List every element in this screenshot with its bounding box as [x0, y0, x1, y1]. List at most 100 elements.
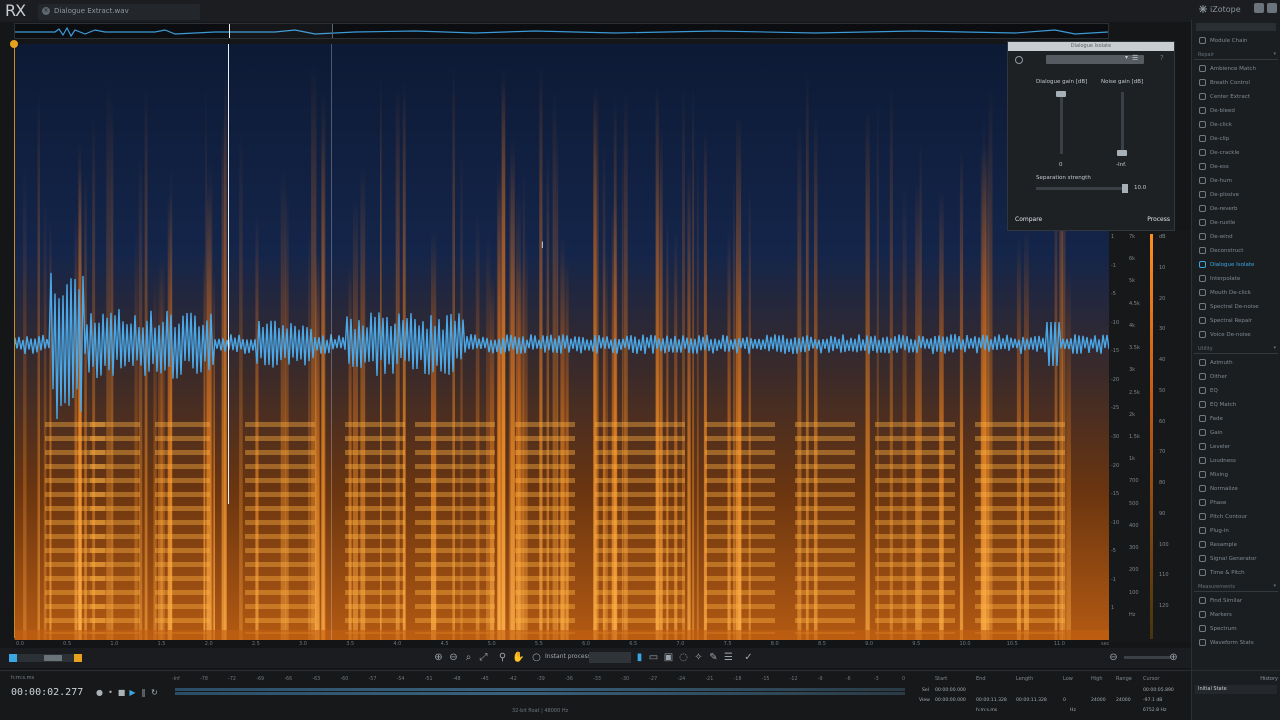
zoom-tool-icon[interactable]: ⚲: [497, 652, 508, 663]
overview-view-range[interactable]: [229, 24, 333, 38]
view-right-marker-icon[interactable]: [74, 654, 82, 662]
zoom-in-vertical-icon[interactable]: ⊕: [1168, 652, 1179, 663]
selection-sel-start[interactable]: 00:00:00.000: [935, 688, 966, 693]
sidebar-item-deconstruct[interactable]: Deconstruct: [1196, 244, 1278, 258]
selection-low[interactable]: 0: [1063, 698, 1066, 703]
settings-icon[interactable]: [1254, 3, 1264, 13]
history-item[interactable]: Initial State: [1195, 685, 1277, 694]
sidebar-filter-tabs[interactable]: [1196, 23, 1276, 31]
time-ruler[interactable]: 0.0 0.5 1.0 1.5 2.0 2.5 3.0 3.5 4.0 4.5 5.0 5.5 6.0 6…: [14, 640, 1109, 648]
measurements-heading[interactable]: Measurements ▾: [1194, 582, 1278, 592]
selection-end-unit[interactable]: h:m:s.ms: [976, 708, 997, 713]
zoom-in-icon[interactable]: ⊕: [433, 652, 444, 663]
stop-icon[interactable]: ■: [117, 688, 126, 697]
sidebar-item-signal-generator[interactable]: Signal Generator: [1196, 552, 1278, 566]
vertical-zoom-slider[interactable]: [1124, 656, 1170, 659]
magic-wand-icon[interactable]: ✧: [693, 652, 704, 663]
pause-icon[interactable]: ‖: [139, 688, 148, 697]
sidebar-item-center-extract[interactable]: Center Extract: [1196, 90, 1278, 104]
sidebar-item-module-chain[interactable]: Module Chain: [1196, 34, 1278, 48]
sidebar-item-time-pitch[interactable]: Time & Pitch: [1196, 566, 1278, 580]
compare-button[interactable]: Compare: [1008, 213, 1078, 225]
close-tab-icon[interactable]: ×: [42, 7, 50, 15]
power-icon[interactable]: [1014, 55, 1024, 64]
process-button[interactable]: Process: [1132, 213, 1174, 225]
spectrogram-view[interactable]: [14, 44, 1109, 640]
view-left-marker-icon[interactable]: [9, 654, 17, 662]
sidebar-item-de-ess[interactable]: De-ess: [1196, 160, 1278, 174]
dialogue-gain-track[interactable]: [1060, 92, 1063, 154]
sidebar-item-eq-match[interactable]: EQ Match: [1196, 398, 1278, 412]
sidebar-item-pitch-contour[interactable]: Pitch Contour: [1196, 510, 1278, 524]
selection-view-end[interactable]: 00:00:11.328: [976, 698, 1007, 703]
separation-value[interactable]: 10.0: [1134, 185, 1146, 191]
time-frequency-selection-icon[interactable]: ▣: [663, 652, 674, 663]
sidebar-item-de-plosive[interactable]: De-plosive: [1196, 188, 1278, 202]
instant-process-dropdown[interactable]: [589, 652, 631, 663]
sidebar-item-de-rustle[interactable]: De-rustle: [1196, 216, 1278, 230]
file-tab[interactable]: × Dialogue Extract.wav: [38, 4, 200, 20]
sidebar-item-eq[interactable]: EQ: [1196, 384, 1278, 398]
lasso-icon[interactable]: ◌: [678, 652, 689, 663]
noise-gain-track[interactable]: [1121, 92, 1124, 154]
waveform-overview[interactable]: [14, 23, 1109, 39]
play-icon[interactable]: ▶: [128, 688, 137, 697]
checkmark-icon[interactable]: ✓: [743, 652, 754, 663]
sidebar-item-phase[interactable]: Phase: [1196, 496, 1278, 510]
help-question-icon[interactable]: ?: [1160, 54, 1164, 62]
sidebar-item-de-clip[interactable]: De-clip: [1196, 132, 1278, 146]
separation-slider-track[interactable]: [1036, 187, 1128, 190]
time-selection-icon[interactable]: ▮: [634, 652, 645, 663]
sidebar-item-breath-control[interactable]: Breath Control: [1196, 76, 1278, 90]
loop-icon[interactable]: ↻: [150, 688, 159, 697]
instant-process-toggle-icon[interactable]: ○: [531, 652, 542, 663]
sidebar-item-spectral-de-noise[interactable]: Spectral De-noise: [1196, 300, 1278, 314]
sidebar-item-ambience-match[interactable]: Ambience Match: [1196, 62, 1278, 76]
zoom-out-vertical-icon[interactable]: ⊖: [1108, 652, 1119, 663]
zoom-out-icon[interactable]: ⊖: [448, 652, 459, 663]
dialogue-gain-fader[interactable]: [1056, 91, 1066, 97]
noise-gain-value[interactable]: -Inf.: [1116, 162, 1126, 168]
help-icon[interactable]: [1267, 3, 1277, 13]
sidebar-item-de-wind[interactable]: De-wind: [1196, 230, 1278, 244]
sidebar-item-normalize[interactable]: Normalize: [1196, 482, 1278, 496]
selection-cursor-hz[interactable]: 6752.8 Hz: [1143, 708, 1166, 713]
selection-view-start[interactable]: 00:00:00.000: [935, 698, 966, 703]
sidebar-item-spectral-repair[interactable]: Spectral Repair: [1196, 314, 1278, 328]
sidebar-item-resample[interactable]: Resample: [1196, 538, 1278, 552]
preset-dropdown[interactable]: [1046, 55, 1144, 64]
sidebar-item-mixing[interactable]: Mixing: [1196, 468, 1278, 482]
dialogue-gain-value[interactable]: 0: [1059, 162, 1063, 168]
sidebar-item-mouth-de-click[interactable]: Mouth De-click: [1196, 286, 1278, 300]
selection-range[interactable]: 24000: [1116, 698, 1131, 703]
preset-chevron-icon[interactable]: ▾: [1125, 54, 1128, 61]
sidebar-item-dither[interactable]: Dither: [1196, 370, 1278, 384]
preset-menu-icon[interactable]: ☰: [1132, 54, 1138, 62]
zoom-selection-icon[interactable]: ⌕: [463, 652, 474, 663]
hand-tool-icon[interactable]: ✋: [512, 652, 524, 663]
sidebar-item-de-hum[interactable]: De-hum: [1196, 174, 1278, 188]
noise-gain-fader[interactable]: [1117, 150, 1127, 156]
sidebar-item-dialogue-isolate[interactable]: Dialogue Isolate: [1196, 258, 1278, 272]
sidebar-item-voice-de-noise[interactable]: Voice De-noise: [1196, 328, 1278, 342]
separation-slider-thumb[interactable]: [1122, 184, 1128, 193]
sidebar-item-fade[interactable]: Fade: [1196, 412, 1278, 426]
microphone-icon[interactable]: ●: [95, 688, 104, 697]
sidebar-item-leveler[interactable]: Leveler: [1196, 440, 1278, 454]
sidebar-item-gain[interactable]: Gain: [1196, 426, 1278, 440]
playhead-marker[interactable]: [10, 40, 18, 48]
play-cursor[interactable]: [228, 44, 229, 504]
selection-high[interactable]: 24000: [1091, 698, 1106, 703]
selection-low-unit[interactable]: Hz: [1070, 708, 1076, 713]
record-icon[interactable]: •: [106, 688, 115, 697]
selection-view-length[interactable]: 00:00:11.328: [1016, 698, 1047, 703]
sidebar-item-de-reverb[interactable]: De-reverb: [1196, 202, 1278, 216]
frequency-selection-icon[interactable]: ▭: [648, 652, 659, 663]
sidebar-item-de-click[interactable]: De-click: [1196, 118, 1278, 132]
horizontal-scrollbar[interactable]: [14, 654, 82, 662]
sidebar-item-interpolate[interactable]: Interpolate: [1196, 272, 1278, 286]
sidebar-item-markers[interactable]: Markers: [1196, 608, 1278, 622]
brush-icon[interactable]: ✎: [708, 652, 719, 663]
scrollbar-thumb[interactable]: [44, 655, 62, 661]
repair-heading[interactable]: Repair ▾: [1194, 50, 1278, 60]
